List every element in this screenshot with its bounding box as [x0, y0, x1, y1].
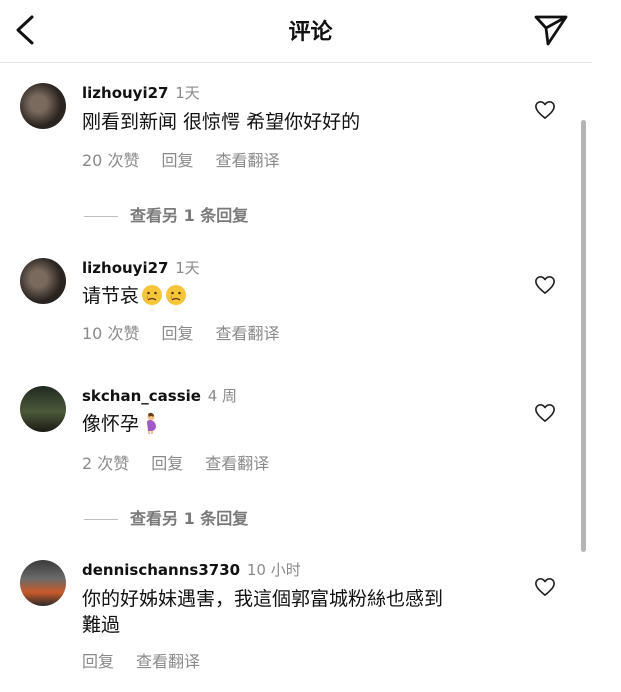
reply-line — [84, 519, 118, 520]
comment-text: 像怀孕 — [82, 411, 163, 437]
comment-meta: lizhouyi27 1天 — [82, 257, 200, 278]
page-title: 评论 — [288, 20, 333, 45]
comment-time: 4 周 — [207, 387, 238, 405]
crying-face-emoji — [142, 285, 163, 305]
comment-actions: 2 次赞 回复 查看翻译 — [82, 450, 291, 474]
comment-text-line: 你的好姊妹遇害，我這個郭富城粉絲也感到 — [82, 588, 444, 610]
reply-line — [84, 216, 118, 217]
comment-text: 你的好姊妹遇害，我這個郭富城粉絲也感到 難過 — [82, 586, 522, 638]
avatar[interactable] — [20, 258, 66, 304]
reply-button[interactable]: 回复 — [161, 324, 193, 343]
pregnant-woman-emoji — [147, 412, 157, 434]
view-more-replies-label: 查看另 1 条回复 — [130, 509, 249, 528]
reply-button[interactable]: 回复 — [151, 454, 183, 473]
comment-actions: 20 次赞 回复 查看翻译 — [82, 147, 301, 171]
send-icon[interactable] — [533, 14, 569, 46]
comment-time: 10 小时 — [246, 561, 301, 579]
view-more-replies[interactable]: 查看另 1 条回复 — [84, 202, 248, 226]
username[interactable]: lizhouyi27 — [82, 259, 168, 277]
like-count[interactable]: 20 次赞 — [82, 151, 139, 170]
translate-button[interactable]: 查看翻译 — [215, 324, 279, 343]
reply-button[interactable]: 回复 — [161, 151, 193, 170]
translate-button[interactable]: 查看翻译 — [215, 151, 279, 170]
view-more-replies-label: 查看另 1 条回复 — [130, 206, 249, 225]
comment-text-line: 難過 — [82, 614, 121, 636]
comment-time: 1天 — [175, 84, 200, 102]
translate-button[interactable]: 查看翻译 — [136, 652, 200, 671]
comment-meta: dennischanns3730 10 小时 — [82, 559, 301, 580]
avatar[interactable] — [20, 386, 66, 432]
comment-meta: skchan_cassie 4 周 — [82, 385, 237, 406]
heart-icon[interactable] — [534, 577, 556, 597]
header-divider — [0, 62, 592, 63]
comment-text-label: 像怀孕 — [82, 413, 140, 435]
comment-text: 请节哀 — [82, 283, 187, 309]
username[interactable]: lizhouyi27 — [82, 84, 168, 102]
comment-meta: lizhouyi27 1天 — [82, 82, 200, 103]
comment-actions: 10 次赞 回复 查看翻译 — [82, 320, 301, 344]
view-more-replies[interactable]: 查看另 1 条回复 — [84, 505, 248, 529]
comment-time: 1天 — [175, 259, 200, 277]
comment-actions: 回复 查看翻译 — [82, 648, 222, 672]
heart-icon[interactable] — [534, 275, 556, 295]
like-count[interactable]: 10 次赞 — [82, 324, 139, 343]
username[interactable]: skchan_cassie — [82, 387, 201, 405]
top-bar: 评论 — [0, 0, 621, 62]
translate-button[interactable]: 查看翻译 — [205, 454, 269, 473]
username[interactable]: dennischanns3730 — [82, 561, 240, 579]
comment-text: 刚看到新闻 很惊愕 希望你好好的 — [82, 111, 361, 133]
like-count[interactable]: 2 次赞 — [82, 454, 129, 473]
crying-face-emoji — [166, 285, 187, 305]
scrollbar[interactable] — [581, 120, 586, 552]
reply-button[interactable]: 回复 — [82, 652, 114, 671]
heart-icon[interactable] — [534, 403, 556, 423]
avatar[interactable] — [20, 83, 66, 129]
heart-icon[interactable] — [534, 100, 556, 120]
avatar[interactable] — [20, 560, 66, 606]
comment-text-label: 请节哀 — [82, 285, 140, 307]
